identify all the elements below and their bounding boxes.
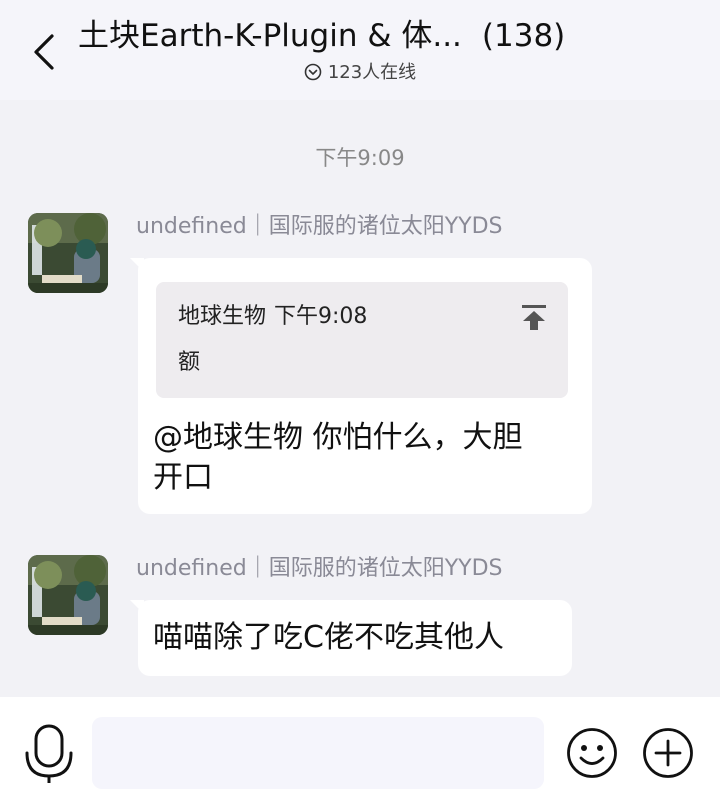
member-count: (138) — [481, 18, 566, 54]
quote-header: 地球生物 下午9:08 — [178, 302, 367, 332]
microphone-icon[interactable] — [22, 723, 76, 785]
message-text-line: @地球生物 你怕什么，大胆 — [153, 420, 523, 455]
sender-name: undefined｜国际服的诸位太阳YYDS — [136, 556, 503, 581]
bubble-tail — [130, 600, 144, 614]
sender-avatar[interactable] — [28, 213, 108, 293]
plus-circle-icon[interactable] — [642, 727, 694, 779]
quote-author: 地球生物 — [178, 304, 267, 329]
circle-chevron-down-icon — [304, 63, 322, 81]
avatar-image — [28, 213, 108, 293]
message-text: 喵喵除了吃C佬不吃其他人 — [153, 620, 504, 655]
chat-header: 土块Earth-K-Plugin & 体... (138) 123人在线 — [0, 0, 720, 100]
input-bar — [0, 697, 720, 809]
online-status[interactable]: 123人在线 — [0, 60, 720, 86]
avatar-image — [28, 555, 108, 635]
online-count-text: 123人在线 — [327, 62, 417, 83]
arrow-up-to-top-icon[interactable] — [520, 302, 548, 332]
bubble-tail — [130, 258, 144, 272]
quoted-message[interactable]: 地球生物 下午9:08 额 — [156, 282, 568, 398]
chat-title[interactable]: 土块Earth-K-Plugin & 体... (138) — [78, 14, 698, 58]
smiley-icon[interactable] — [566, 727, 618, 779]
message-input[interactable] — [92, 717, 544, 789]
quote-time: 下午9:08 — [274, 304, 368, 329]
sender-avatar[interactable] — [28, 555, 108, 635]
sender-name: undefined｜国际服的诸位太阳YYDS — [136, 214, 503, 239]
quote-text: 额 — [178, 350, 201, 375]
message-timestamp: 下午9:09 — [315, 146, 405, 170]
message-text-line: 开口 — [153, 460, 213, 495]
message-bubble[interactable]: 地球生物 下午9:08 额 @地球生物 你怕什么，大胆 开口 — [130, 258, 592, 514]
message-bubble[interactable]: 喵喵除了吃C佬不吃其他人 — [130, 600, 572, 676]
group-name: 土块Earth-K-Plugin & 体... — [78, 18, 462, 54]
message-text: @地球生物 你怕什么，大胆 开口 — [153, 418, 583, 498]
